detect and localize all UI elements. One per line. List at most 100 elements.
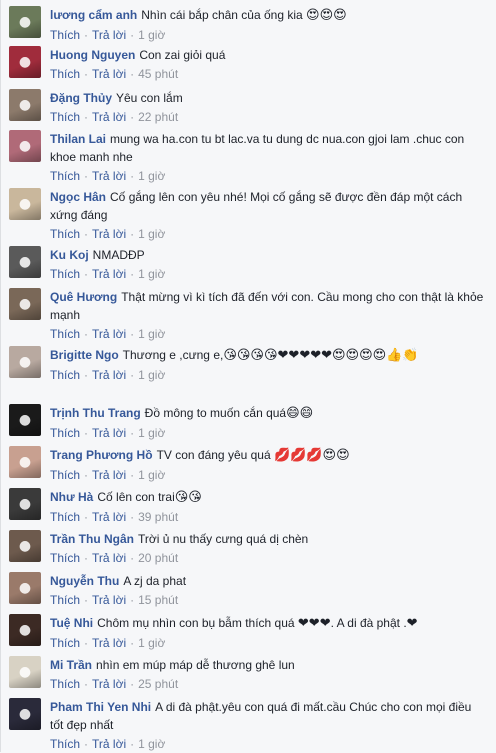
like-link[interactable]: Thích	[50, 426, 80, 440]
like-link[interactable]: Thích	[50, 67, 80, 81]
reply-link[interactable]: Trả lời	[92, 468, 126, 482]
comment-actions: Thích · Trả lời · 1 giờ	[50, 325, 484, 343]
like-link[interactable]: Thích	[50, 510, 80, 524]
timestamp[interactable]: 1 giờ	[138, 227, 165, 241]
like-link[interactable]: Thích	[50, 28, 80, 42]
avatar[interactable]: ●	[9, 446, 41, 478]
reply-link[interactable]: Trả lời	[92, 368, 126, 382]
separator: ·	[130, 28, 135, 42]
reply-link[interactable]: Trả lời	[92, 737, 126, 751]
timestamp[interactable]: 1 giờ	[138, 737, 165, 751]
reply-link[interactable]: Trả lời	[92, 327, 126, 341]
commenter-name[interactable]: Mi Trần	[50, 658, 92, 672]
comment-text: NMADĐP	[92, 248, 145, 262]
timestamp[interactable]: 1 giờ	[138, 267, 165, 281]
avatar[interactable]: ●	[9, 6, 41, 38]
avatar[interactable]: ●	[9, 188, 41, 220]
commenter-name[interactable]: Như Hà	[50, 490, 93, 504]
reply-link[interactable]: Trả lời	[92, 677, 126, 691]
comment-actions: Thích · Trả lời · 1 giờ	[50, 26, 484, 44]
like-link[interactable]: Thích	[50, 636, 80, 650]
comment-actions: Thích · Trả lời · 45 phút	[50, 65, 484, 83]
timestamp[interactable]: 22 phút	[138, 110, 178, 124]
commenter-name[interactable]: lương cẩm anh	[50, 8, 137, 22]
commenter-name[interactable]: Trần Thu Ngân	[50, 532, 134, 546]
avatar[interactable]: ●	[9, 656, 41, 688]
commenter-name[interactable]: Pham Thi Yen Nhi	[50, 700, 151, 714]
commenter-name[interactable]: Nguyễn Thu	[50, 574, 119, 588]
like-link[interactable]: Thích	[50, 110, 80, 124]
reply-link[interactable]: Trả lời	[92, 593, 126, 607]
like-link[interactable]: Thích	[50, 227, 80, 241]
like-link[interactable]: Thích	[50, 737, 80, 751]
like-link[interactable]: Thích	[50, 169, 80, 183]
timestamp[interactable]: 1 giờ	[138, 426, 165, 440]
reply-link[interactable]: Trả lời	[92, 267, 126, 281]
user-avatar-icon: ●	[18, 454, 32, 470]
commenter-name[interactable]: Quê Hương	[50, 290, 117, 304]
avatar[interactable]: ●	[9, 572, 41, 604]
timestamp[interactable]: 1 giờ	[138, 28, 165, 42]
commenter-name[interactable]: Ku Koj	[50, 248, 89, 262]
reply-link[interactable]: Trả lời	[92, 227, 126, 241]
commenter-name[interactable]: Huong Nguyen	[50, 48, 135, 62]
user-avatar-icon: ●	[18, 54, 32, 70]
user-avatar-icon: ●	[18, 706, 32, 722]
reply-link[interactable]: Trả lời	[92, 110, 126, 124]
reply-link[interactable]: Trả lời	[92, 28, 126, 42]
commenter-name[interactable]: Trịnh Thu Trang	[50, 406, 141, 420]
commenter-name[interactable]: Thilan Lai	[50, 132, 106, 146]
comment-text: Chôm mụ nhìn con bụ bẫm thích quá	[97, 616, 295, 630]
commenter-name[interactable]: Ngọc Hân	[50, 190, 106, 204]
reply-link[interactable]: Trả lời	[92, 551, 126, 565]
avatar[interactable]: ●	[9, 288, 41, 320]
reply-link[interactable]: Trả lời	[92, 67, 126, 81]
avatar[interactable]: ●	[9, 246, 41, 278]
like-link[interactable]: Thích	[50, 468, 80, 482]
separator: ·	[84, 510, 89, 524]
timestamp[interactable]: 1 giờ	[138, 327, 165, 341]
separator: ·	[130, 593, 135, 607]
avatar[interactable]: ●	[9, 130, 41, 162]
avatar[interactable]: ●	[9, 488, 41, 520]
timestamp[interactable]: 1 giờ	[138, 636, 165, 650]
reply-link[interactable]: Trả lời	[92, 169, 126, 183]
reply-link[interactable]: Trả lời	[92, 510, 126, 524]
comment-text-continued: . A di đà phật .	[330, 616, 407, 630]
user-avatar-icon: ●	[18, 622, 32, 638]
commenter-name[interactable]: Tuệ Nhi	[50, 616, 93, 630]
timestamp[interactable]: 25 phút	[138, 677, 178, 691]
timestamp[interactable]: 20 phút	[138, 551, 178, 565]
timestamp[interactable]: 1 giờ	[138, 468, 165, 482]
avatar[interactable]: ●	[9, 89, 41, 121]
like-link[interactable]: Thích	[50, 677, 80, 691]
timestamp[interactable]: 1 giờ	[138, 368, 165, 382]
like-link[interactable]: Thích	[50, 327, 80, 341]
like-link[interactable]: Thích	[50, 551, 80, 565]
like-link[interactable]: Thích	[50, 593, 80, 607]
user-avatar-icon: ●	[18, 254, 32, 270]
timestamp[interactable]: 45 phút	[138, 67, 178, 81]
timestamp[interactable]: 39 phút	[138, 510, 178, 524]
like-link[interactable]: Thích	[50, 267, 80, 281]
avatar[interactable]: ●	[9, 346, 41, 378]
emoji: 💋💋💋😍😍	[274, 448, 350, 463]
avatar[interactable]: ●	[9, 404, 41, 436]
commenter-name[interactable]: Đặng Thủy	[50, 91, 112, 105]
comment-actions: Thích · Trả lời · 22 phút	[50, 108, 484, 126]
separator: ·	[130, 368, 135, 382]
timestamp[interactable]: 15 phút	[138, 593, 178, 607]
avatar[interactable]: ●	[9, 614, 41, 646]
comment-actions: Thích · Trả lời · 39 phút	[50, 508, 484, 526]
avatar[interactable]: ●	[9, 698, 41, 730]
emoji: ❤❤❤	[297, 616, 331, 631]
avatar[interactable]: ●	[9, 530, 41, 562]
reply-link[interactable]: Trả lời	[92, 426, 126, 440]
like-link[interactable]: Thích	[50, 368, 80, 382]
timestamp[interactable]: 1 giờ	[138, 169, 165, 183]
avatar[interactable]: ●	[9, 46, 41, 78]
commenter-name[interactable]: Brigitte Ngo	[50, 348, 119, 362]
commenter-name[interactable]: Trang Phương Hồ	[50, 448, 153, 462]
comment-text: Thương e ,cưng e,	[122, 348, 224, 362]
reply-link[interactable]: Trả lời	[92, 636, 126, 650]
